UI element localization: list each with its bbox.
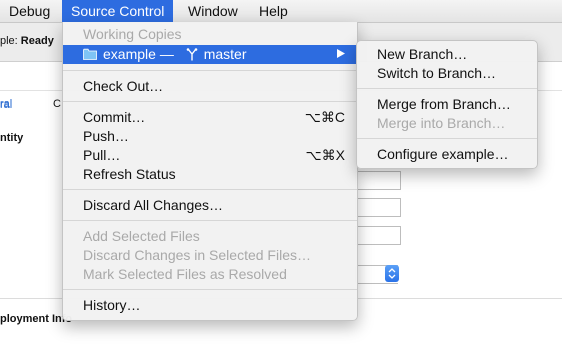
menu-separator [357, 138, 537, 139]
menu-help[interactable]: Help [250, 0, 297, 22]
discard-all-changes-item[interactable]: Discard All Changes… [63, 196, 357, 215]
identity-field-2[interactable] [355, 198, 401, 217]
merge-from-branch-item[interactable]: Merge from Branch… [357, 95, 537, 114]
commit-label: Commit… [83, 109, 146, 125]
branch-icon [186, 47, 198, 66]
pull-item[interactable]: Pull… ⌥⌘X [63, 146, 357, 165]
status-value: Ready [20, 35, 54, 47]
folder-icon [83, 48, 97, 60]
refresh-status-item[interactable]: Refresh Status [63, 165, 357, 184]
identity-field-3[interactable] [355, 226, 401, 245]
menu-source-control[interactable]: Source Control [62, 0, 174, 22]
menu-separator [357, 88, 537, 89]
check-out-item[interactable]: Check Out… [63, 77, 357, 96]
menu-separator [63, 289, 357, 290]
working-copies-header: Working Copies [83, 26, 182, 42]
discard-selected-files-item: Discard Changes in Selected Files… [83, 247, 311, 263]
menu-separator [63, 70, 357, 71]
add-selected-files-item: Add Selected Files [83, 228, 200, 244]
status-prefix: ple: [0, 35, 21, 47]
source-control-menu: Working Copies example — master Check Ou… [62, 22, 358, 321]
menu-separator [63, 189, 357, 190]
menu-separator [63, 220, 357, 221]
section-identity-heading: ntity [0, 132, 24, 144]
menu-bar: Debug Source Control Window Help [0, 0, 562, 23]
working-copy-branch: master [203, 46, 247, 62]
switch-branch-item[interactable]: Switch to Branch… [357, 64, 537, 83]
tab-general-label[interactable]: ral [0, 98, 12, 110]
menu-separator [63, 101, 357, 102]
commit-shortcut: ⌥⌘C [304, 109, 345, 125]
push-item[interactable]: Push… [63, 127, 357, 146]
working-copy-project: example [103, 46, 156, 62]
merge-into-branch-item: Merge into Branch… [377, 115, 506, 131]
configure-example-item[interactable]: Configure example… [357, 145, 537, 164]
commit-item[interactable]: Commit… ⌥⌘C [63, 108, 357, 127]
working-copy-example-master[interactable]: example — master [63, 45, 357, 64]
menu-debug[interactable]: Debug [0, 0, 59, 22]
new-branch-item[interactable]: New Branch… [357, 45, 537, 64]
history-item[interactable]: History… [63, 296, 357, 315]
submenu-arrow-icon [337, 45, 345, 64]
status-text: ple: Ready [0, 35, 54, 47]
menu-window[interactable]: Window [179, 0, 247, 22]
mark-resolved-item: Mark Selected Files as Resolved [83, 266, 287, 282]
popup-chevron-icon[interactable] [385, 265, 399, 282]
branch-submenu: New Branch… Switch to Branch… Merge from… [356, 40, 538, 169]
working-copy-dash: — [159, 46, 174, 62]
pull-label: Pull… [83, 147, 121, 163]
tab-capabilities[interactable]: C [53, 98, 61, 110]
pull-shortcut: ⌥⌘X [305, 147, 345, 163]
identity-field-1[interactable] [355, 171, 401, 190]
